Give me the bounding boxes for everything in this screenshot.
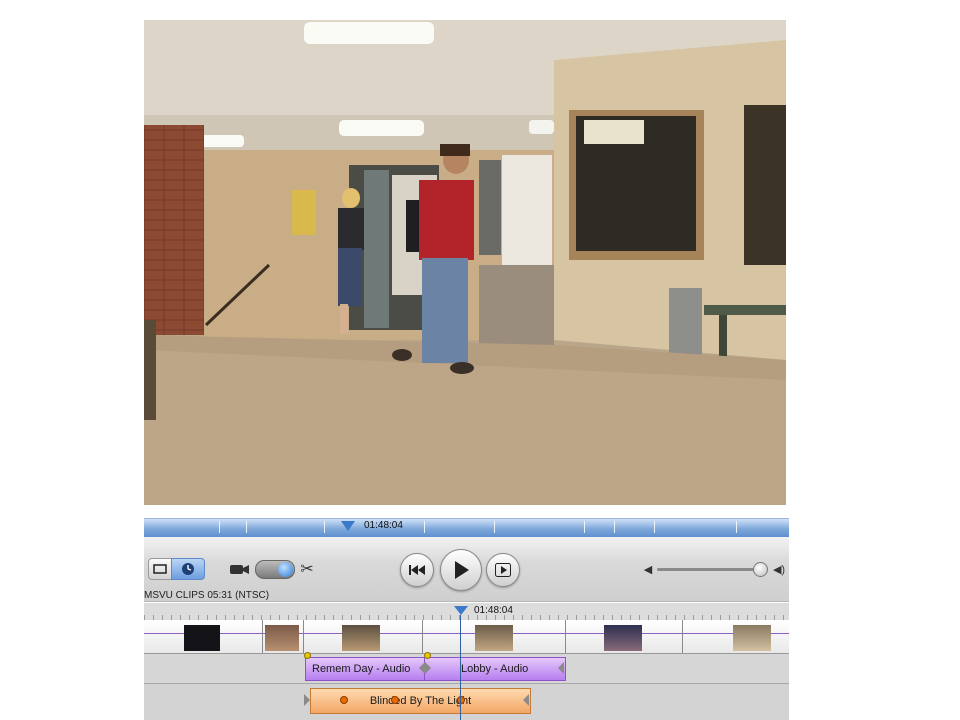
video-clip[interactable]	[263, 620, 304, 653]
volume-keyframe[interactable]	[391, 696, 399, 704]
speaker-high-icon: ◀)	[772, 563, 786, 576]
audio-clip[interactable]: Lobby - Audio	[424, 657, 566, 681]
clip-thumbnail	[733, 625, 771, 651]
clip-thumbnail	[342, 625, 380, 651]
scrubber-clip-divider	[246, 521, 247, 533]
fullscreen-play-icon	[495, 563, 511, 577]
clip-edge-marker	[523, 694, 529, 706]
imovie-window: 01:48:04 ✂ ◀ ◀) MSVU CLIPS 05:31 (NTSC)	[144, 20, 789, 720]
audio-clip-label: Remem Day - Audio	[312, 663, 411, 675]
audio-track-1: Remem Day - Audio Lobby - Audio	[144, 652, 789, 684]
video-viewer	[144, 20, 786, 505]
play-icon	[455, 561, 469, 579]
volume-slider-knob[interactable]	[753, 562, 768, 577]
timeline-time-label: 01:48:04	[474, 605, 513, 616]
fullscreen-play-button[interactable]	[486, 553, 520, 587]
timeline-playhead[interactable]	[454, 606, 468, 615]
rewind-icon	[409, 565, 425, 575]
camera-edit-mode-switch[interactable]	[255, 560, 295, 579]
scrubber-clip-divider	[494, 521, 495, 533]
volume-keyframe[interactable]	[340, 696, 348, 704]
scrubber-clip-divider	[654, 521, 655, 533]
video-clip[interactable]	[423, 620, 566, 653]
audio-clip[interactable]: Remem Day - Audio	[305, 657, 426, 681]
scrubber-clip-divider	[614, 521, 615, 533]
volume-keyframe[interactable]	[457, 696, 465, 704]
clip-edge-marker	[558, 662, 564, 674]
clip-thumbnail	[184, 625, 220, 651]
project-info-label: MSVU CLIPS 05:31 (NTSC)	[144, 590, 270, 601]
scrubber-clip-divider	[736, 521, 737, 533]
video-clip[interactable]	[683, 620, 789, 653]
video-clip[interactable]	[304, 620, 423, 653]
rewind-button[interactable]	[400, 553, 434, 587]
clip-view-icon	[153, 564, 167, 574]
scissors-icon[interactable]: ✂	[297, 559, 317, 579]
music-clip-label: Blinded By The Light	[369, 695, 472, 707]
timeline: 01:48:04 Remem Day - Audio Lobby - Audio…	[144, 603, 789, 720]
clip-edge-marker	[425, 662, 431, 674]
video-frame	[144, 20, 786, 505]
scrubber-clip-divider	[219, 521, 220, 533]
clip-view-button[interactable]	[148, 558, 172, 580]
scrubber-clip-divider	[584, 521, 585, 533]
clip-thumbnail	[604, 625, 642, 651]
clip-edge-marker	[304, 694, 310, 706]
video-clip[interactable]	[144, 620, 263, 653]
audio-clip-handle[interactable]	[424, 652, 431, 659]
video-track	[144, 620, 789, 654]
clip-thumbnail	[265, 625, 299, 651]
play-button[interactable]	[440, 549, 482, 591]
video-clip[interactable]	[566, 620, 683, 653]
scrubber-bar[interactable]: 01:48:04	[144, 518, 789, 538]
timeline-ruler[interactable]: 01:48:04	[144, 603, 789, 621]
scrubber-clip-divider	[424, 521, 425, 533]
scrubber-time-label: 01:48:04	[364, 520, 403, 531]
timeline-view-button[interactable]	[171, 558, 205, 580]
audio-clip-handle[interactable]	[304, 652, 311, 659]
audio-clip-label: Lobby - Audio	[461, 663, 529, 675]
clip-thumbnail	[475, 625, 513, 651]
scrubber-clip-divider	[324, 521, 325, 533]
camera-icon	[230, 563, 250, 575]
scrubber-playhead[interactable]	[341, 521, 355, 531]
clock-icon	[182, 563, 194, 575]
timeline-playhead-line	[460, 615, 461, 720]
music-track: Blinded By The Light	[144, 684, 789, 720]
volume-slider[interactable]	[657, 568, 759, 571]
mode-switch-knob	[278, 562, 293, 577]
speaker-low-icon: ◀	[643, 563, 653, 576]
